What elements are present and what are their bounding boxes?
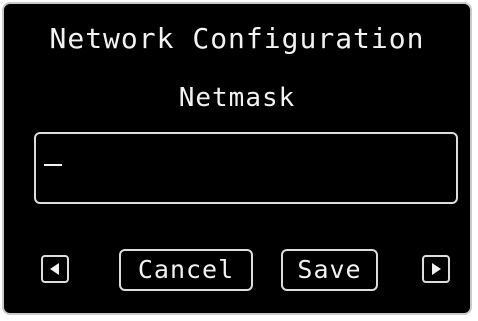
next-button[interactable] xyxy=(422,255,450,283)
text-cursor xyxy=(44,164,62,166)
netmask-input[interactable] xyxy=(34,132,458,204)
previous-button[interactable] xyxy=(41,255,69,283)
save-button[interactable]: Save xyxy=(281,249,378,291)
page-title: Network Configuration xyxy=(49,22,425,55)
right-arrow-icon xyxy=(432,263,441,275)
screen: Network Configuration Netmask Cancel Sav… xyxy=(2,2,472,315)
left-arrow-icon xyxy=(50,263,59,275)
field-label: Netmask xyxy=(178,83,296,113)
cancel-button[interactable]: Cancel xyxy=(119,249,253,291)
